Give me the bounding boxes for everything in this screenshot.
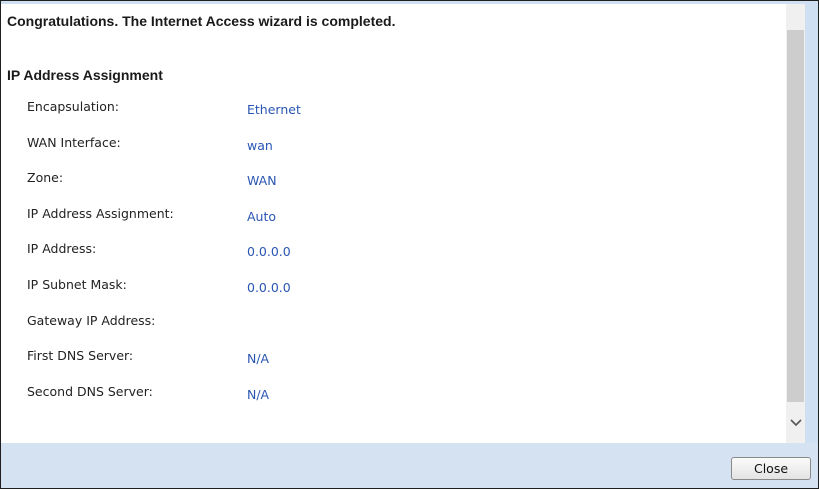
dialog-frame bbox=[0, 0, 819, 489]
